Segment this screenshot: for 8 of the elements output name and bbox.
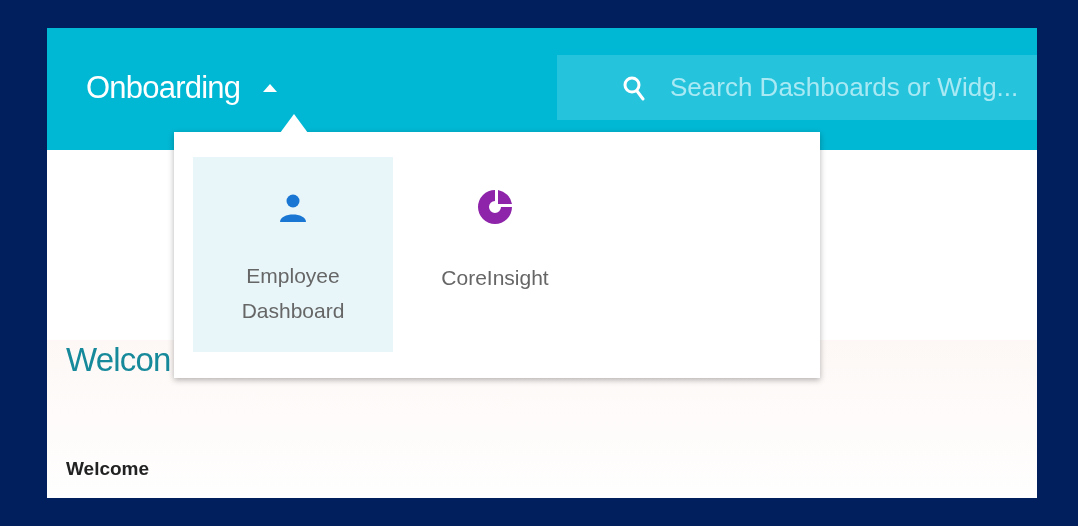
person-icon [278, 193, 308, 223]
search-input: Search Dashboards or Widg... [670, 68, 1030, 107]
search-field[interactable]: Search Dashboards or Widg... [557, 55, 1037, 120]
search-icon [622, 74, 646, 101]
page-heading: Welcon [66, 340, 171, 380]
dashboard-tile[interactable]: Employee Dashboard [193, 157, 393, 352]
section-title: Welcome [66, 457, 150, 481]
pie-chart-icon [477, 189, 513, 225]
